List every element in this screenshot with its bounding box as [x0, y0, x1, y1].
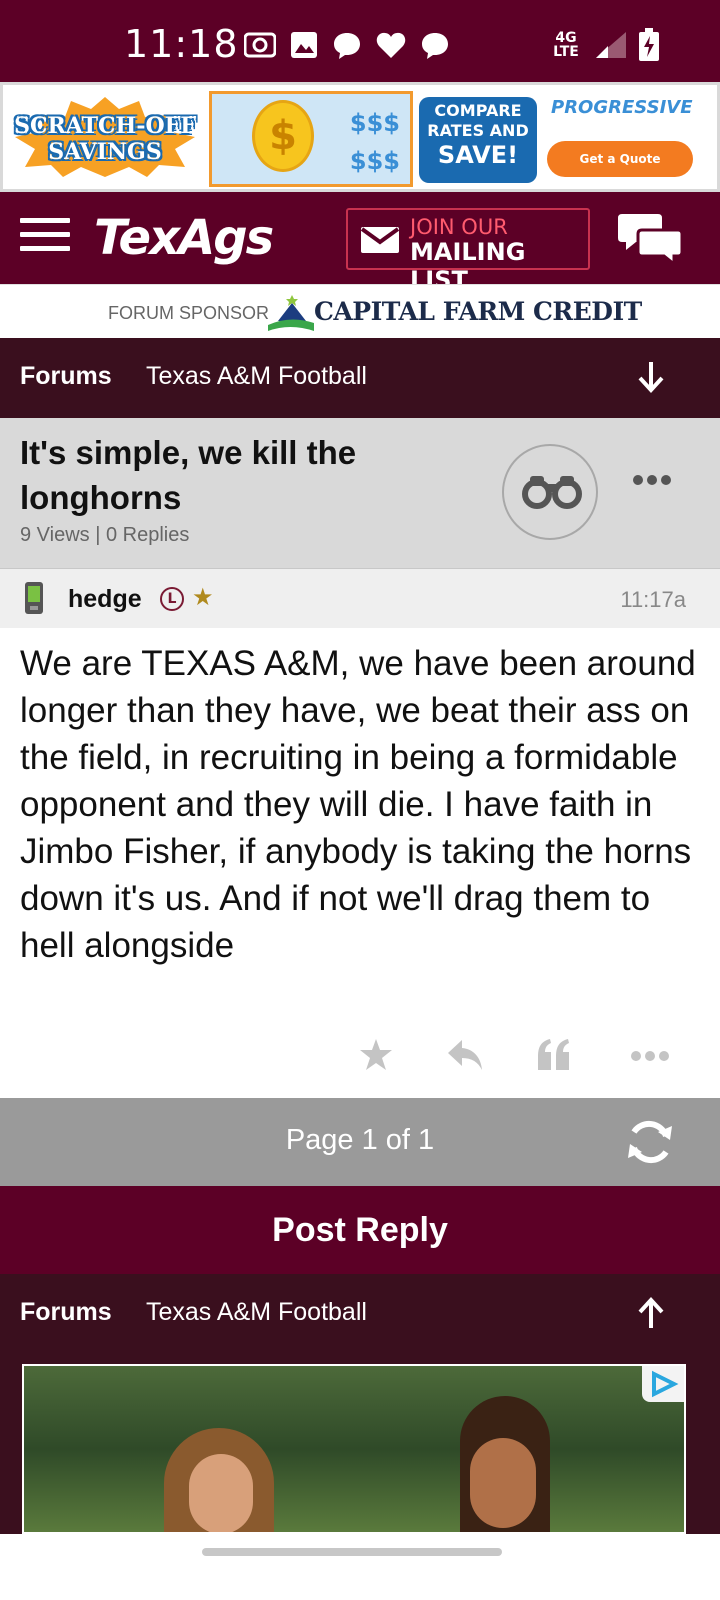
envelope-icon: [360, 227, 400, 253]
mailing-join-text: JOIN OUR: [410, 215, 508, 239]
quote-icon[interactable]: [536, 1038, 572, 1072]
ad-brand: PROGRESSIVE: [551, 97, 693, 118]
more-options-icon[interactable]: [632, 474, 672, 486]
pager-bar: Page 1 of 1: [0, 1098, 720, 1186]
breadcrumb: Forums Texas A&M Football: [0, 338, 720, 418]
site-header: TexAgs JOIN OUR MAILING LIST: [0, 192, 720, 294]
battery-charging-icon: [639, 28, 659, 61]
refresh-icon[interactable]: [624, 1118, 676, 1166]
thread-title: It's simple, we kill the longhorns: [20, 434, 357, 516]
post-more-icon[interactable]: [630, 1050, 670, 1062]
forum-sponsor-bar[interactable]: FORUM SPONSOR CAPITAL FARM CREDIT: [0, 284, 720, 338]
user-star-badge: ★: [192, 583, 214, 611]
breadcrumb-board-link[interactable]: Texas A&M Football: [146, 1298, 367, 1327]
message-icon: [422, 33, 448, 59]
signal-icon: [596, 32, 626, 58]
hamburger-menu-icon[interactable]: [20, 218, 70, 258]
forum-chat-icon[interactable]: [618, 212, 684, 264]
page-indicator[interactable]: Page 1 of 1: [0, 1124, 720, 1157]
breadcrumb-board-link[interactable]: Texas A&M Football: [146, 362, 367, 391]
image-icon: [291, 32, 317, 58]
ad-compare-badge: COMPARE RATES AND SAVE!: [419, 97, 537, 183]
thread-header: It's simple, we kill the longhorns 9 Vie…: [0, 418, 720, 568]
ad-quote-button[interactable]: Get a Quote: [547, 141, 693, 177]
star-icon[interactable]: [358, 1038, 394, 1072]
watch-thread-button[interactable]: [502, 444, 598, 540]
status-time: 11:18: [124, 22, 239, 66]
adchoices-icon[interactable]: [642, 1366, 684, 1402]
gesture-handle[interactable]: [202, 1548, 502, 1556]
post-username[interactable]: hedge: [68, 585, 142, 614]
bottom-ad-container: [0, 1354, 720, 1534]
arrow-up-icon[interactable]: [636, 1296, 666, 1330]
phone-device-icon: [25, 582, 43, 614]
heart-icon: [376, 32, 406, 58]
sponsor-logo-icon: [268, 295, 314, 331]
network-label: 4G LTE: [553, 30, 579, 60]
sponsor-label: FORUM SPONSOR: [108, 303, 270, 323]
post-time: 11:17a: [620, 587, 686, 612]
binoculars-icon: [522, 476, 582, 509]
breadcrumb-forums-link[interactable]: Forums: [20, 362, 112, 391]
chat-bubble-icon: [334, 33, 360, 59]
breadcrumb-bottom: Forums Texas A&M Football: [0, 1274, 720, 1354]
coin-icon: $: [252, 100, 314, 172]
post-header: hedge L ★ 11:17a: [0, 568, 720, 628]
thread-stats: 9 Views | 0 Replies: [20, 524, 190, 546]
post-actions: [0, 1030, 720, 1086]
post-body: We are TEXAS A&M, we have been around lo…: [20, 644, 696, 965]
sponsor-name: CAPITAL FARM CREDIT: [314, 297, 642, 326]
mailing-list-button[interactable]: JOIN OUR MAILING LIST: [346, 208, 590, 294]
ad-coin-graphic: $ $$$ $$$: [209, 91, 413, 187]
arrow-down-icon[interactable]: [636, 360, 666, 394]
bottom-ad-image[interactable]: [22, 1364, 686, 1534]
system-nav-bar: [0, 1534, 720, 1600]
ad-dollars: $$$ $$$: [349, 109, 400, 175]
top-ad-banner[interactable]: SCRATCH-OFF SAVINGS $ $$$ $$$ COMPARE RA…: [0, 82, 720, 192]
breadcrumb-forums-link[interactable]: Forums: [20, 1298, 112, 1327]
radio-icon: [244, 32, 276, 58]
user-badge: L: [160, 587, 184, 611]
status-bar: 11:18 4G LTE: [0, 0, 720, 82]
ad-scratch-graphic: SCRATCH-OFF SAVINGS: [9, 95, 201, 179]
ad-scratch-text: SCRATCH-OFF SAVINGS: [14, 113, 196, 165]
post-reply-button[interactable]: Post Reply: [0, 1186, 720, 1274]
notification-icons: [244, 30, 450, 60]
site-logo[interactable]: TexAgs: [94, 210, 274, 266]
status-right: 4G LTE: [548, 28, 660, 62]
reply-icon[interactable]: [446, 1038, 484, 1072]
